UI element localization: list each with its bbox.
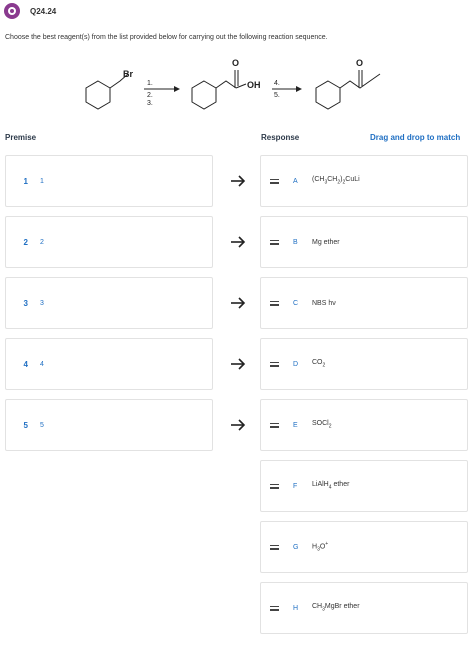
step-label-2: 2. <box>147 92 153 99</box>
response-item[interactable]: D CO2 <box>260 338 468 390</box>
drag-handle-icon[interactable] <box>270 483 279 489</box>
drag-handle-icon[interactable] <box>270 178 279 184</box>
premise-text: 1 <box>40 177 44 185</box>
match-arrow-icon <box>229 174 247 188</box>
match-arrow-icon <box>229 418 247 432</box>
premise-number: 2 <box>23 237 28 247</box>
ketone-chain-bonds <box>339 73 381 89</box>
response-text: H3O+ <box>312 541 329 553</box>
reaction-scheme: Br 1. 2. 3. O OH 4. 5. O <box>70 48 410 120</box>
drag-drop-hint: Drag and drop to match <box>370 133 461 142</box>
premise-item[interactable]: 1 1 <box>5 155 213 207</box>
response-text: CH3MgBr ether <box>312 603 360 613</box>
response-item[interactable]: F LiAlH4 ether <box>260 460 468 512</box>
cyclohexane-ring-middle <box>191 80 217 110</box>
response-item[interactable]: H CH3MgBr ether <box>260 582 468 634</box>
response-text: CO2 <box>312 359 326 369</box>
acid-chain-bonds <box>215 80 237 89</box>
step-label-3: 3. <box>147 100 153 107</box>
question-icon <box>4 3 20 19</box>
premise-column-header: Premise <box>5 133 37 142</box>
drag-handle-icon[interactable] <box>270 361 279 367</box>
response-text: NBS hν <box>312 299 336 307</box>
question-instruction: Choose the best reagent(s) from the list… <box>5 34 328 41</box>
response-letter: H <box>293 604 299 612</box>
premise-text: 2 <box>40 238 44 246</box>
response-text: (CH3CH2)2CuLi <box>312 176 360 186</box>
premise-item[interactable]: 2 2 <box>5 216 213 268</box>
question-id: Q24.24 <box>30 6 57 16</box>
match-arrow-icon <box>229 296 247 310</box>
match-arrow-icon <box>229 357 247 371</box>
response-text: SOCl2 <box>312 420 332 430</box>
drag-handle-icon[interactable] <box>270 544 279 550</box>
premise-number: 4 <box>23 359 28 369</box>
drag-handle-icon[interactable] <box>270 239 279 245</box>
bromo-group-label: Br <box>123 69 133 79</box>
cyclohexane-ring-right <box>315 80 341 110</box>
drag-handle-icon[interactable] <box>270 605 279 611</box>
response-letter: C <box>293 299 299 307</box>
carbonyl-oxygen-right: O <box>356 58 363 68</box>
response-item[interactable]: B Mg ether <box>260 216 468 268</box>
response-text: Mg ether <box>312 238 340 246</box>
reaction-arrow-2-head <box>296 86 302 92</box>
response-column-header: Response <box>261 133 300 142</box>
response-item[interactable]: C NBS hν <box>260 277 468 329</box>
response-item[interactable]: A (CH3CH2)2CuLi <box>260 155 468 207</box>
premise-number: 1 <box>23 176 28 186</box>
response-letter: G <box>293 543 299 551</box>
premise-number: 5 <box>23 420 28 430</box>
response-letter: A <box>293 177 298 185</box>
carbonyl-oxygen-middle: O <box>232 58 239 68</box>
premise-item[interactable]: 4 4 <box>5 338 213 390</box>
drag-handle-icon[interactable] <box>270 422 279 428</box>
response-item[interactable]: G H3O+ <box>260 521 468 573</box>
response-letter: D <box>293 360 299 368</box>
cyclohexane-ring-left <box>85 80 111 110</box>
premise-text: 4 <box>40 360 44 368</box>
drag-handle-icon[interactable] <box>270 300 279 306</box>
premise-item[interactable]: 5 5 <box>5 399 213 451</box>
premise-item[interactable]: 3 3 <box>5 277 213 329</box>
premise-text: 3 <box>40 299 44 307</box>
step-label-4: 4. <box>274 80 280 87</box>
premise-text: 5 <box>40 421 44 429</box>
hydroxyl-label: OH <box>247 80 261 90</box>
response-letter: F <box>293 482 298 490</box>
response-item[interactable]: E SOCl2 <box>260 399 468 451</box>
response-text: LiAlH4 ether <box>312 481 350 491</box>
premise-number: 3 <box>23 298 28 308</box>
step-label-1: 1. <box>147 80 153 87</box>
response-letter: E <box>293 421 298 429</box>
match-arrow-icon <box>229 235 247 249</box>
reaction-arrow-1-head <box>174 86 180 92</box>
step-label-5: 5. <box>274 92 280 99</box>
reaction-scheme-drawing: Br 1. 2. 3. O OH 4. 5. O <box>85 58 381 110</box>
response-letter: B <box>293 238 298 246</box>
question-header: Q24.24 <box>4 3 56 19</box>
